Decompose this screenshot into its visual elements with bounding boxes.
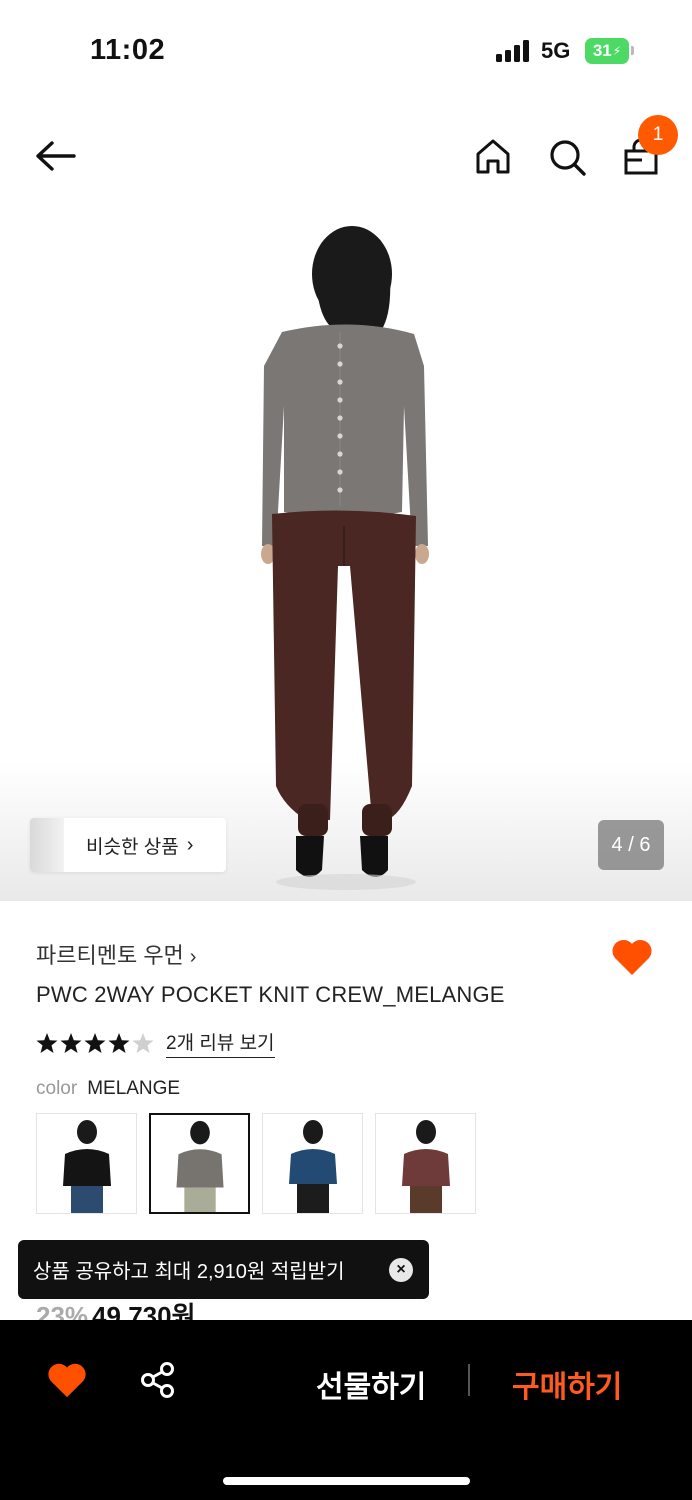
color-swatch-melange[interactable]	[149, 1113, 250, 1214]
heart-icon	[612, 939, 652, 975]
similar-products-label: 비슷한 상품	[86, 836, 179, 858]
swatch-thumbnail	[63, 1120, 111, 1213]
star-rating	[36, 1033, 154, 1053]
color-row: color MELANGE	[36, 1078, 180, 1100]
battery-icon: 31 ⚡	[585, 38, 629, 64]
color-swatch-burgundy[interactable]	[375, 1113, 476, 1214]
share-reward-toast[interactable]: 상품 공유하고 최대 2,910원 적립받기 ×	[18, 1240, 429, 1299]
home-icon	[476, 139, 510, 174]
selected-color: MELANGE	[87, 1078, 181, 1099]
star-icon	[36, 1033, 58, 1053]
product-photo[interactable]	[0, 206, 692, 901]
product-name: PWC 2WAY POCKET KNIT CREW_MELANGE	[36, 982, 505, 1007]
signal-icon	[496, 40, 529, 62]
rating-row: 2개 리뷰 보기	[36, 1028, 275, 1058]
back-arrow-icon	[36, 141, 76, 171]
share-icon	[141, 1362, 174, 1398]
share-button[interactable]	[138, 1360, 178, 1400]
network-label: 5G	[541, 38, 571, 63]
star-icon	[84, 1033, 106, 1053]
buy-button[interactable]: 구매하기	[512, 1362, 622, 1406]
color-label: color	[36, 1078, 78, 1099]
star-icon	[132, 1033, 154, 1053]
image-page-indicator: 4 / 6	[598, 820, 664, 870]
status-bar: 11:02 5G 31 ⚡	[0, 0, 692, 100]
similar-products-button[interactable]: 비슷한 상품 ›	[30, 818, 226, 872]
battery-cap	[631, 46, 634, 55]
color-swatches	[36, 1113, 476, 1214]
status-time: 11:02	[90, 34, 166, 66]
chevron-right-icon: ›	[186, 833, 194, 856]
bottom-like-button[interactable]	[46, 1360, 88, 1400]
brand-link[interactable]: 파르티멘토 우먼 ›	[36, 938, 196, 970]
reviews-link[interactable]: 2개 리뷰 보기	[166, 1028, 275, 1058]
bottom-action-bar	[0, 1320, 692, 1500]
brand-name: 파르티멘토 우먼	[36, 943, 184, 968]
color-swatch-black[interactable]	[36, 1113, 137, 1214]
color-swatch-blue[interactable]	[262, 1113, 363, 1214]
toast-message: 상품 공유하고 최대 2,910원 적립받기	[33, 1261, 345, 1283]
star-icon	[108, 1033, 130, 1053]
similar-product-thumbnail	[30, 818, 64, 872]
swatch-thumbnail	[176, 1120, 224, 1212]
chevron-right-icon: ›	[189, 946, 197, 968]
button-divider	[468, 1364, 470, 1396]
star-icon	[60, 1033, 82, 1053]
close-icon[interactable]: ×	[389, 1258, 413, 1282]
search-icon	[550, 140, 586, 176]
back-button[interactable]	[32, 134, 80, 178]
home-indicator	[223, 1477, 470, 1485]
cart-count-badge: 1	[638, 115, 678, 155]
model-back-view-illustration	[261, 226, 429, 890]
gift-button[interactable]: 선물하기	[316, 1362, 426, 1406]
swatch-thumbnail	[402, 1120, 450, 1213]
heart-icon	[48, 1363, 86, 1398]
swatch-thumbnail	[289, 1120, 337, 1213]
battery-level: 31	[592, 41, 612, 60]
search-button[interactable]	[546, 136, 588, 178]
home-button[interactable]	[472, 136, 514, 178]
like-button[interactable]	[610, 936, 654, 978]
